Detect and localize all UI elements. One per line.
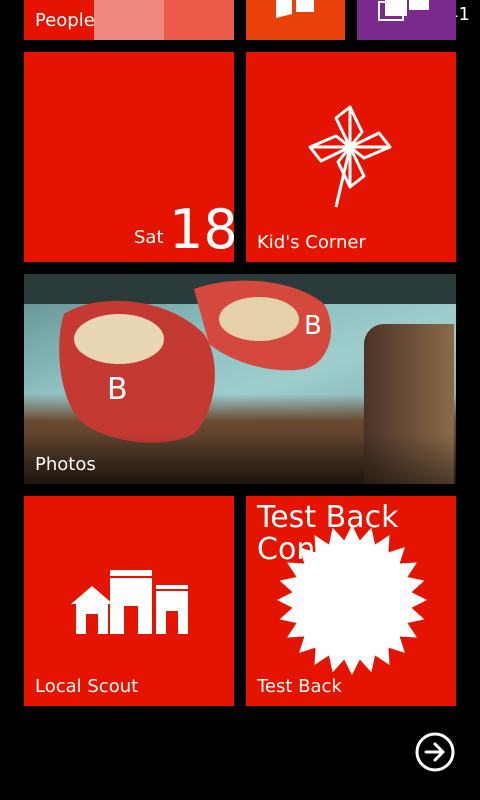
messaging-icon xyxy=(378,0,429,21)
svg-text:B: B xyxy=(107,372,128,407)
tile-scout-label: Local Scout xyxy=(35,676,139,697)
tile-kids-label: Kid's Corner xyxy=(257,232,366,253)
tile-calendar[interactable]: Sat 18 xyxy=(24,52,234,262)
pinwheel-icon xyxy=(308,105,392,208)
tile-photos-label: Photos xyxy=(35,454,96,475)
office-icon xyxy=(276,0,314,18)
tile-photos[interactable]: B B Photos xyxy=(24,274,456,484)
tile-office[interactable] xyxy=(246,0,345,40)
people-photo-1 xyxy=(94,0,164,40)
people-photo-2 xyxy=(164,0,234,40)
arrow-right-circle-icon[interactable] xyxy=(414,731,456,773)
calendar-day: Sat xyxy=(134,227,164,248)
tile-kids-corner[interactable]: Kid's Corner xyxy=(246,52,456,262)
tile-testback-label: Test Back xyxy=(257,676,342,697)
calendar-date: 18 xyxy=(169,198,234,261)
tile-test-back[interactable]: Test Back Con Test Back xyxy=(246,496,456,706)
tile-people[interactable]: People xyxy=(24,0,234,40)
starburst-icon xyxy=(277,525,427,675)
tile-people-label: People xyxy=(35,10,95,31)
tile-messaging[interactable] xyxy=(357,0,456,40)
buildings-icon xyxy=(71,570,188,634)
tile-local-scout[interactable]: Local Scout xyxy=(24,496,234,706)
svg-text:B: B xyxy=(304,311,322,341)
